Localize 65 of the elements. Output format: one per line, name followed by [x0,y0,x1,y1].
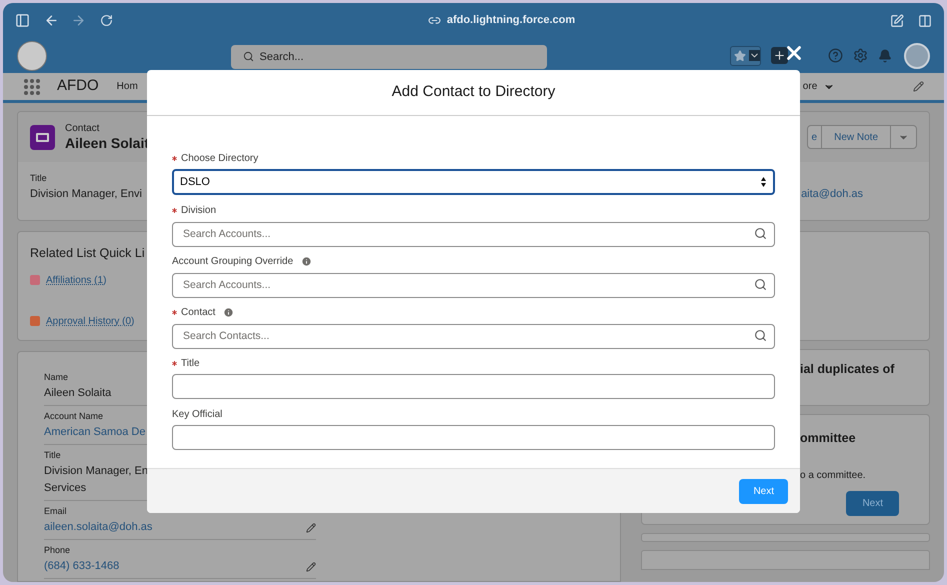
search-icon [754,329,767,342]
action-button[interactable]: e [808,126,822,148]
card-title: ommittee [800,430,856,447]
record-name: Aileen Solait [65,135,150,151]
card-title: Related List Quick Li [30,245,145,262]
field-label: Title [30,172,48,185]
field-label: Phone [44,544,70,557]
related-link[interactable]: Affiliations (1) [46,272,106,288]
lookup-field[interactable]: Search Contacts... [172,324,775,348]
search-icon [754,227,767,240]
plus-icon [773,49,786,62]
field-link[interactable]: (684) 633-1468 [44,557,120,575]
next-button[interactable]: Next [846,490,899,516]
modal-title: Add Contact to Directory [392,82,556,102]
field-label: Email [44,505,67,518]
text-field[interactable] [172,425,775,450]
nav-item[interactable]: Hom [116,79,138,94]
card-text: o a committee. [800,468,866,482]
search-icon [242,50,254,62]
search-icon [754,278,767,291]
object-label: Contact [65,123,100,135]
edit-icon[interactable] [306,562,316,572]
url-text[interactable]: afdo.lightning.force.com [446,12,576,29]
field-label: Division [181,204,216,218]
directory-select[interactable]: DSLO [172,169,775,195]
caret-icon [749,50,760,61]
split-view-icon[interactable] [918,14,932,28]
related-link[interactable]: Approval History (0) [46,314,134,329]
next-button[interactable]: Next [739,478,788,504]
email-link[interactable]: aita@doh.as [801,186,863,202]
action-button[interactable]: New Note [822,126,891,148]
avatar[interactable] [904,42,930,68]
field-label: Name [44,371,68,384]
new-item-button[interactable] [771,47,788,64]
field-label: Account Grouping Override [172,255,294,269]
app-launcher-icon[interactable] [23,78,41,96]
reload-icon[interactable] [100,14,113,27]
field-label: Choose Directory [181,152,258,166]
field-link[interactable]: aileen.solaita@doh.as [44,518,152,536]
sidebar-icon[interactable] [15,13,30,28]
field-label: Title [181,357,200,371]
contact-icon [30,124,55,150]
global-search-field[interactable]: Search... [230,44,546,68]
field-value: Division Manager, Envi [30,186,142,202]
text-field[interactable] [172,374,775,399]
field-label: Title [44,449,61,462]
reader-icon[interactable] [890,14,904,28]
field-link[interactable]: American Samoa De [44,423,146,441]
field-label: Account Name [44,410,104,423]
field-value: Aileen Solaita [44,386,112,401]
card-title: ial duplicates of [800,361,894,378]
back-icon[interactable] [44,13,59,28]
field-value: Services [44,481,86,496]
app-name: AFDO [57,76,99,96]
field-label: Key Official [172,408,222,422]
sort-arrows-icon [760,176,767,188]
edit-icon[interactable] [306,523,316,533]
logo [17,40,47,70]
lookup-field[interactable]: Search Accounts... [172,272,775,298]
edit-nav-icon[interactable] [913,81,924,92]
favorites-button[interactable] [730,46,761,66]
field-label: Contact [181,306,216,320]
lookup-field[interactable]: Search Accounts... [172,222,775,246]
nav-item[interactable]: ore [802,79,836,94]
star-icon [734,50,746,62]
